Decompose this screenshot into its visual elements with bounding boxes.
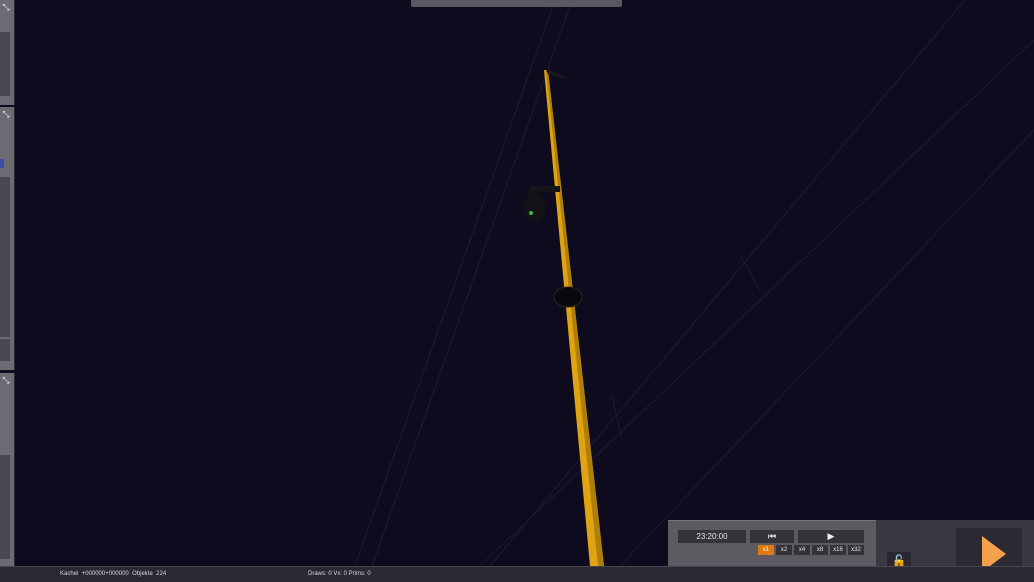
render-stats: Draws: 0 Vx: 0 Prims: 0 bbox=[308, 571, 371, 577]
left-panel-2-footer bbox=[0, 339, 10, 361]
pin-icon[interactable]: ⤡ bbox=[1, 109, 11, 119]
play-icon: ▶ bbox=[827, 531, 835, 541]
left-panel-3-content bbox=[0, 455, 10, 559]
left-panel-1-content bbox=[0, 32, 10, 96]
signal-lamp-green bbox=[529, 211, 533, 215]
speed-x2-button[interactable]: x2 bbox=[776, 545, 792, 555]
play-button[interactable]: ▶ bbox=[798, 530, 864, 543]
objects-label: Objekte bbox=[132, 571, 153, 577]
time-control-panel: 23:20:00 ⏮ ▶ x1 x2 x4 x8 x16 x32 bbox=[668, 520, 876, 567]
time-display: 23:20:00 bbox=[678, 530, 746, 543]
speed-x1-button[interactable]: x1 bbox=[758, 545, 774, 555]
speed-x8-button[interactable]: x8 bbox=[812, 545, 828, 555]
panel-indicator bbox=[0, 159, 4, 168]
rewind-button[interactable]: ⏮ bbox=[750, 530, 794, 543]
left-panel-1[interactable]: ⤡ bbox=[0, 0, 15, 105]
skip-back-icon: ⏮ bbox=[767, 531, 777, 541]
top-panel-handle[interactable] bbox=[411, 0, 622, 7]
viewport-scene[interactable] bbox=[0, 0, 1034, 581]
tile-label: Kachel bbox=[60, 571, 79, 577]
left-panel-3[interactable]: ⤡ bbox=[0, 373, 15, 566]
speed-x16-button[interactable]: x16 bbox=[830, 545, 846, 555]
left-panel-2-content bbox=[0, 177, 10, 337]
night-sky bbox=[0, 0, 1034, 581]
tile-value: +000000+000000 bbox=[81, 571, 129, 577]
objects-value: 224 bbox=[156, 571, 167, 577]
pin-icon[interactable]: ⤡ bbox=[1, 2, 11, 12]
pin-icon[interactable]: ⤡ bbox=[1, 375, 11, 385]
tile-info: Kachel +000000+000000 Objekte 224 bbox=[60, 567, 166, 582]
left-panel-2[interactable]: ⤡ bbox=[0, 107, 15, 370]
status-bar: Kachel +000000+000000 Objekte 224 Draws:… bbox=[0, 566, 1034, 582]
speed-x32-button[interactable]: x32 bbox=[848, 545, 864, 555]
speed-x4-button[interactable]: x4 bbox=[794, 545, 810, 555]
